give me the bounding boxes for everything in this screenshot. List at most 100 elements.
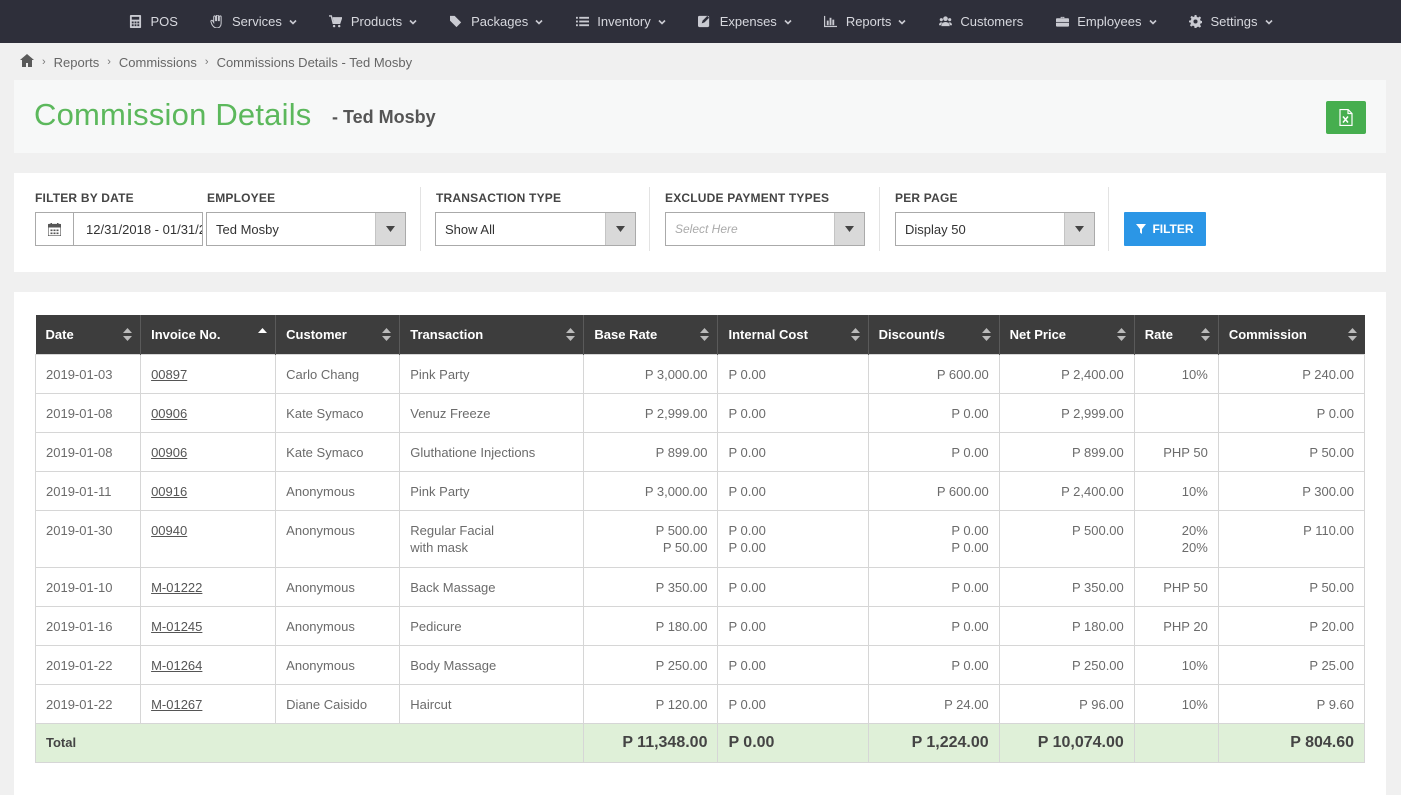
cell-value: 10% (1181, 657, 1208, 673)
transaction-type-select[interactable]: Show All (435, 212, 636, 246)
column-header-discount[interactable]: Discount/s (868, 315, 1000, 354)
cell-invoice[interactable]: M-01264 (140, 644, 277, 685)
column-header-invoice[interactable]: Invoice No. (140, 315, 277, 354)
sort-icon[interactable] (1200, 328, 1210, 341)
total-rate-empty (1133, 722, 1219, 763)
nav-settings[interactable]: Settings (1173, 0, 1289, 43)
cell-transaction: Pedicure (399, 605, 585, 646)
cell-base-rate: P 3,000.00 (583, 353, 719, 394)
sort-icon[interactable] (1116, 328, 1126, 341)
nav-products[interactable]: Products (313, 0, 433, 43)
nav-services[interactable]: Services (194, 0, 313, 43)
column-header-rate[interactable]: Rate (1134, 315, 1219, 354)
total-discount: P 1,224.00 (867, 722, 1000, 763)
cell-invoice[interactable]: M-01267 (140, 683, 277, 724)
employee-select[interactable]: Ted Mosby (206, 212, 406, 246)
invoice-link[interactable]: 00906 (151, 406, 187, 421)
chevron-down-icon (658, 18, 666, 26)
column-header-label: Commission (1228, 326, 1307, 342)
calendar-icon[interactable] (36, 213, 74, 245)
nav-inventory[interactable]: Inventory (559, 0, 681, 43)
cell-commission: P 50.00 (1217, 431, 1366, 472)
breadcrumb-reports[interactable]: Reports (54, 55, 100, 70)
table-total-row: Total P 11,348.00 P 0.00 P 1,224.00 P 10,074… (34, 722, 1366, 763)
column-header-date[interactable]: Date (35, 315, 142, 354)
column-header-customer[interactable]: Customer (275, 315, 401, 354)
sort-icon[interactable] (850, 328, 860, 341)
column-header-label: Rate (1144, 326, 1173, 342)
cell-rate: PHP 50 (1133, 431, 1219, 472)
cell-invoice[interactable]: 00906 (140, 392, 277, 433)
nav-customers[interactable]: Customers (922, 0, 1039, 43)
cell-discount: P 0.00 (867, 566, 1000, 607)
column-header-internal-cost[interactable]: Internal Cost (717, 315, 869, 354)
cell-value: P 20.00 (1309, 618, 1354, 634)
column-header-transaction[interactable]: Transaction (399, 315, 585, 354)
sort-icon[interactable] (981, 328, 991, 341)
breadcrumb-commissions[interactable]: Commissions (119, 55, 197, 70)
cell-value: P 899.00 (1071, 444, 1124, 460)
chevron-down-icon (289, 18, 297, 26)
column-header-commission[interactable]: Commission (1218, 315, 1365, 354)
filter-icon (1136, 224, 1147, 234)
column-header-base-rate[interactable]: Base Rate (583, 315, 719, 354)
cell-transaction: Pink Party (399, 470, 585, 511)
cell-discount: P 600.00 (867, 470, 1000, 511)
nav-packages[interactable]: Packages (433, 0, 559, 43)
cell-rate: 10% (1133, 353, 1219, 394)
column-header-net-price[interactable]: Net Price (999, 315, 1135, 354)
cell-value-secondary: with mask (410, 539, 469, 555)
invoice-link[interactable]: 00897 (151, 367, 187, 382)
cell-invoice[interactable]: 00897 (140, 353, 277, 394)
sort-icon[interactable] (566, 328, 576, 341)
invoice-link[interactable]: M-01245 (151, 619, 202, 634)
cell-date: 2019-01-22 (34, 644, 142, 685)
export-excel-button[interactable] (1326, 101, 1366, 134)
cell-commission: P 50.00 (1217, 566, 1366, 607)
nav-expenses[interactable]: Expenses (682, 0, 808, 43)
sort-icon[interactable] (382, 328, 392, 341)
cell-invoice[interactable]: 00906 (140, 431, 277, 472)
table-row: 2019-01-22 M-01264 Anonymous Body Massage P … (34, 644, 1366, 685)
excel-file-icon (1339, 109, 1353, 126)
nav-employees[interactable]: Employees (1039, 0, 1172, 43)
divider (1108, 187, 1109, 251)
sort-icon[interactable] (1347, 328, 1357, 341)
column-header-label: Internal Cost (728, 326, 808, 342)
invoice-link[interactable]: M-01264 (151, 658, 202, 673)
invoice-link[interactable]: M-01267 (151, 697, 202, 712)
cell-date: 2019-01-16 (34, 605, 142, 646)
bar-chart-icon (824, 15, 838, 29)
cell-invoice[interactable]: 00940 (140, 509, 277, 568)
invoice-link[interactable]: 00940 (151, 523, 187, 538)
nav-label: Customers (960, 14, 1024, 29)
nav-label: Services (231, 14, 282, 29)
edit-icon (698, 15, 712, 29)
per-page-value: Display 50 (905, 221, 966, 237)
cell-commission: P 240.00 (1217, 353, 1366, 394)
date-range-input[interactable] (74, 213, 202, 245)
per-page-select[interactable]: Display 50 (895, 212, 1095, 246)
cell-value: P 50.00 (1309, 444, 1354, 460)
cell-commission: P 9.60 (1217, 683, 1366, 724)
table-row: 2019-01-11 00916 Anonymous Pink Party P 3,00… (34, 470, 1366, 511)
cell-transaction: Venuz Freeze (399, 392, 585, 433)
invoice-link[interactable]: 00916 (151, 484, 187, 499)
cell-invoice[interactable]: 00916 (140, 470, 277, 511)
sort-icon[interactable] (700, 328, 710, 341)
sort-icon[interactable] (123, 328, 133, 341)
date-range-picker[interactable] (35, 212, 203, 246)
invoice-link[interactable]: 00906 (151, 445, 187, 460)
nav-reports[interactable]: Reports (808, 0, 923, 43)
cell-invoice[interactable]: M-01222 (140, 566, 277, 607)
home-icon[interactable] (20, 54, 34, 70)
cell-customer: Kate Symaco (275, 431, 401, 472)
invoice-link[interactable]: M-01222 (151, 580, 202, 595)
sort-ascending-icon[interactable] (258, 328, 268, 341)
nav-pos[interactable]: POS (113, 0, 194, 43)
divider (649, 187, 650, 251)
cell-invoice[interactable]: M-01245 (140, 605, 277, 646)
exclude-payment-select[interactable]: Select Here (665, 212, 865, 246)
filter-button[interactable]: FILTER (1124, 212, 1206, 246)
cell-value: P 600.00 (936, 483, 989, 499)
